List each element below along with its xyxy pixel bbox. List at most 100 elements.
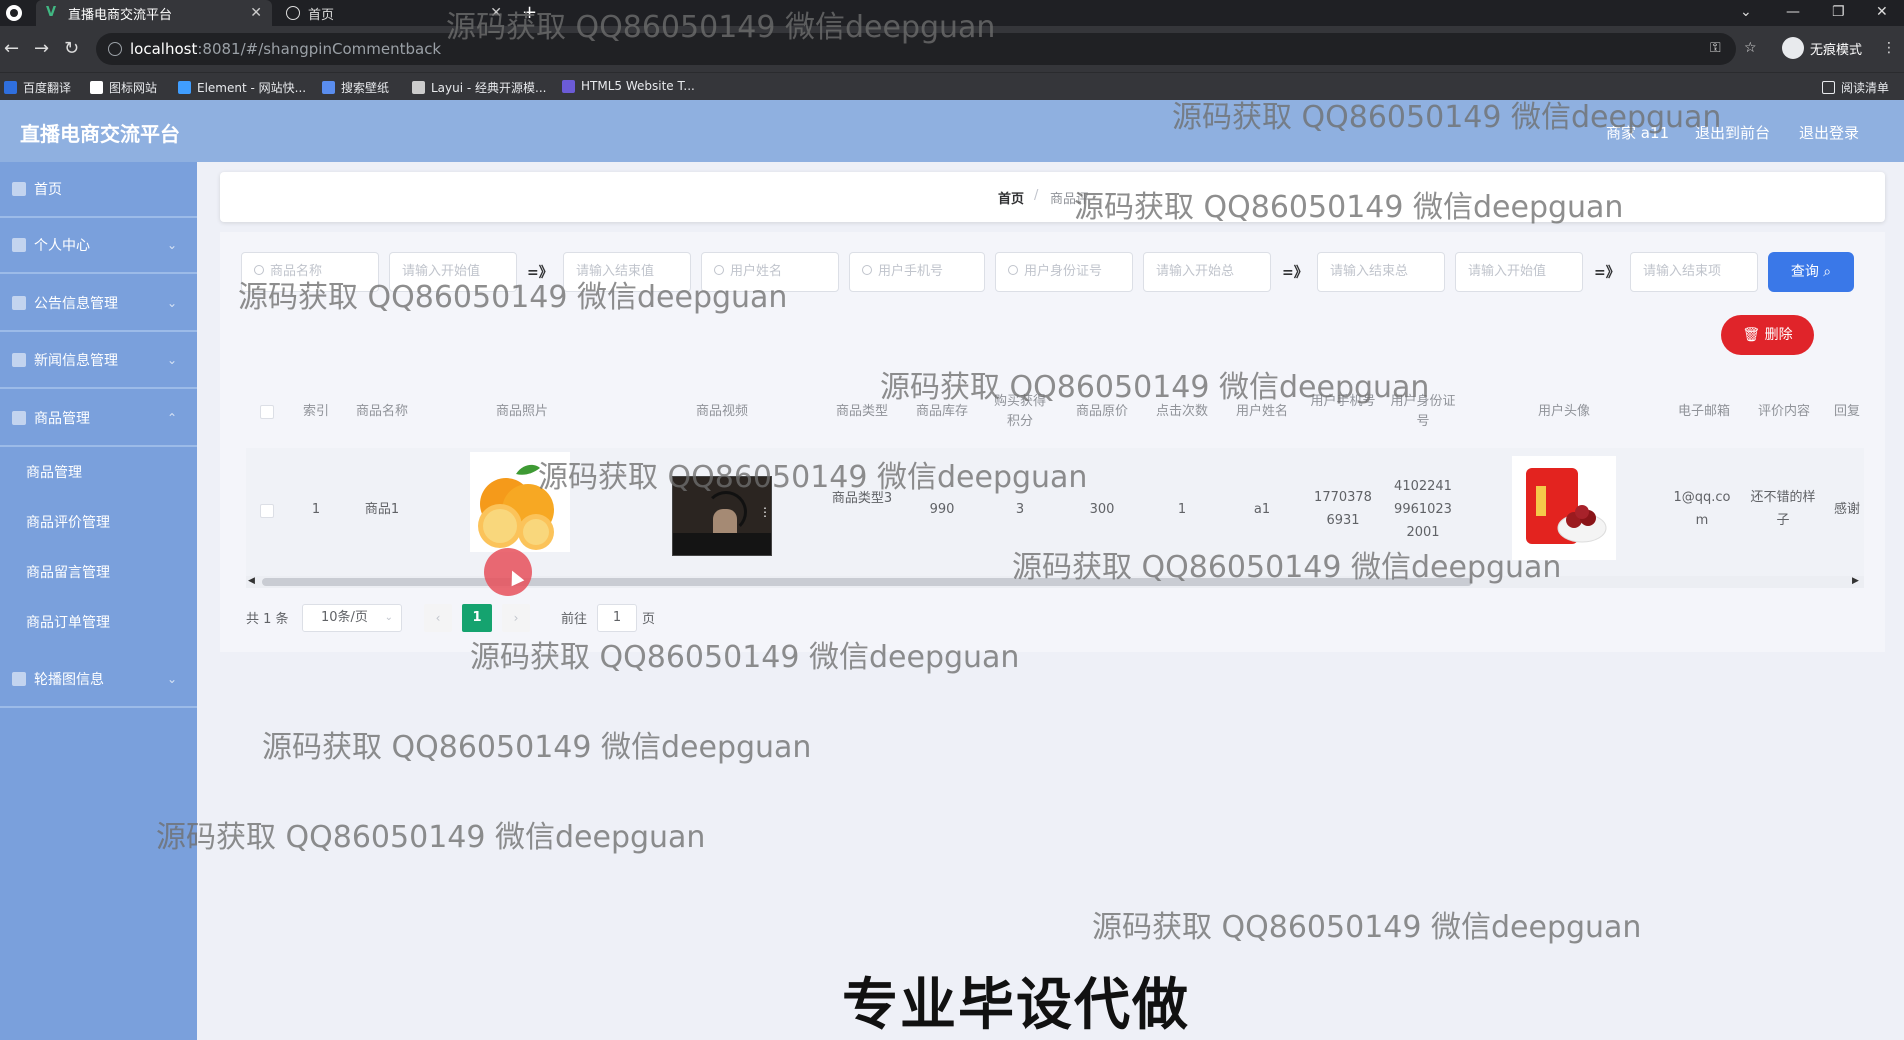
restore-icon[interactable]: ❐: [1832, 4, 1845, 20]
sidebar-subitem-goods[interactable]: 商品管理: [0, 447, 197, 497]
sidebar-item-profile[interactable]: 个人中心 ⌄: [0, 218, 197, 274]
sidebar-item-home[interactable]: 首页: [0, 162, 197, 218]
bookmark-item[interactable]: Layui - 经典开源模...: [412, 79, 546, 96]
breadcrumb-home[interactable]: 首页: [998, 188, 1024, 207]
watermark: 源码获取 QQ86050149 微信deepguan: [880, 370, 1430, 405]
col-header[interactable]: 商品视频: [688, 402, 756, 422]
col-header[interactable]: 评价内容: [1750, 402, 1818, 422]
col-header[interactable]: 回复: [1830, 402, 1864, 422]
reload-icon[interactable]: ↻: [64, 38, 79, 59]
range-end-input[interactable]: 请输入结束总: [1317, 252, 1445, 292]
user-phone-input[interactable]: 用户手机号: [849, 252, 985, 292]
globe-icon: [286, 6, 300, 20]
sidebar-item-goods[interactable]: 商品管理 ⌃: [0, 391, 197, 447]
tab-title: 直播电商交流平台: [68, 7, 173, 23]
user-icon: [12, 238, 26, 252]
user-id-card-input[interactable]: 用户身份证号: [995, 252, 1133, 292]
menu-dots-icon[interactable]: ⋮: [1882, 40, 1896, 56]
cell-clicks: 1: [1177, 502, 1187, 517]
bookmark-label: HTML5 Website T...: [581, 79, 695, 93]
watermark: 源码获取 QQ86050149 微信deepguan: [446, 10, 996, 45]
sidebar-subitem-label: 商品管理: [26, 465, 82, 481]
col-header[interactable]: 索引: [296, 402, 336, 422]
bookmark-item[interactable]: 搜索壁纸: [322, 79, 389, 96]
placeholder: 请输入开始总: [1156, 264, 1235, 279]
bookmark-label: 图标网站: [109, 81, 158, 95]
row-checkbox[interactable]: [260, 504, 274, 518]
flag-icon: [90, 81, 103, 94]
bookmark-label: 搜索壁纸: [341, 81, 390, 95]
cell-comment: 还不错的样子: [1750, 490, 1816, 528]
cell-user-name: a1: [1253, 502, 1271, 517]
sidebar-subitem-label: 商品留言管理: [26, 565, 110, 581]
key-icon[interactable]: ⚿: [1710, 40, 1721, 56]
back-icon[interactable]: ←: [4, 38, 19, 59]
star-icon[interactable]: ☆: [1744, 40, 1757, 56]
sidebar-item-notice[interactable]: 公告信息管理 ⌄: [0, 276, 197, 332]
search-icon: [1008, 265, 1018, 275]
range-start-input[interactable]: 请输入开始值: [1455, 252, 1583, 292]
reading-list-label: 阅读清单: [1841, 81, 1890, 95]
sidebar-item-news[interactable]: 新闻信息管理 ⌄: [0, 333, 197, 389]
range-end-input[interactable]: 请输入结束项: [1630, 252, 1758, 292]
select-all-checkbox[interactable]: [260, 405, 274, 419]
bookmark-label: Layui - 经典开源模...: [431, 81, 547, 95]
sidebar-item-label: 轮播图信息: [34, 672, 104, 688]
sidebar-subitem-order[interactable]: 商品订单管理: [0, 597, 197, 647]
page-size-select[interactable]: 10条/页 ⌄: [302, 604, 402, 632]
cell-reply: 感谢: [1833, 502, 1860, 517]
watermark: 源码获取 QQ86050149 微信deepguan: [1092, 910, 1642, 945]
query-button[interactable]: 查询 ⌕: [1768, 252, 1854, 292]
close-window-icon[interactable]: ✕: [1876, 4, 1888, 20]
bookmark-item[interactable]: HTML5 Website T...: [562, 79, 695, 93]
site-info-icon[interactable]: [108, 42, 122, 56]
scroll-right-icon[interactable]: ▶: [1852, 576, 1859, 586]
sidebar-subitem-message[interactable]: 商品留言管理: [0, 547, 197, 597]
sidebar-subitem-comment[interactable]: 商品评价管理: [0, 497, 197, 547]
logout-link[interactable]: 退出登录: [1799, 122, 1859, 143]
cell-stock: 990: [929, 502, 955, 517]
sidebar-item-label: 个人中心: [34, 238, 90, 254]
col-header[interactable]: 电子邮箱: [1670, 402, 1738, 422]
range-start-input[interactable]: 请输入开始总: [1143, 252, 1271, 292]
bookmark-item[interactable]: Element - 网站快...: [178, 79, 306, 96]
col-header[interactable]: 用户头像: [1530, 402, 1598, 422]
tab-active[interactable]: V 直播电商交流平台 ✕: [36, 0, 272, 26]
chevron-down-icon: ⌄: [166, 296, 177, 310]
placeholder: 请输入结束总: [1330, 264, 1409, 279]
notice-icon: [12, 296, 26, 310]
bookmark-item[interactable]: 图标网站: [90, 79, 157, 96]
image-icon: [12, 672, 26, 686]
video-more-icon[interactable]: ⋮: [759, 505, 771, 521]
incognito-label: 无痕模式: [1810, 42, 1863, 58]
sidebar-item-carousel[interactable]: 轮播图信息 ⌄: [0, 652, 197, 708]
prev-page-icon[interactable]: ‹: [424, 604, 452, 632]
layui-icon: [412, 81, 425, 94]
scroll-left-icon[interactable]: ◀: [248, 576, 255, 586]
page-number-active[interactable]: 1: [462, 604, 492, 632]
url-host: localhost: [130, 40, 198, 58]
bookmark-item[interactable]: 百度翻译: [4, 79, 71, 96]
next-page-icon[interactable]: ›: [502, 604, 530, 632]
incognito-icon: [1782, 37, 1804, 59]
loading-spinner-icon: [705, 491, 747, 533]
tab-search-icon[interactable]: ⌄: [1740, 4, 1752, 20]
close-tab-icon[interactable]: ✕: [250, 5, 262, 21]
breadcrumb-separator: /: [1034, 188, 1039, 203]
col-header[interactable]: 商品照片: [488, 402, 556, 422]
wallpaper-icon: [322, 81, 335, 94]
bookmark-label: 百度翻译: [23, 81, 72, 95]
range-arrow: =》: [1594, 265, 1620, 281]
placeholder: 请输入结束项: [1643, 264, 1722, 279]
minimize-icon[interactable]: —: [1786, 4, 1800, 20]
cell-index: 1: [311, 502, 321, 517]
delete-button[interactable]: 🗑 删除: [1721, 315, 1814, 355]
breadcrumb: 首页 / 商品评: [220, 172, 1885, 222]
goto-page-input[interactable]: 1: [597, 604, 637, 632]
incognito-indicator[interactable]: 无痕模式: [1782, 34, 1862, 62]
forward-icon[interactable]: →: [34, 38, 49, 59]
range-arrow: =》: [1282, 265, 1308, 281]
col-header[interactable]: 商品名称: [348, 402, 416, 422]
reading-list[interactable]: 阅读清单: [1822, 79, 1889, 96]
bookmark-label: Element - 网站快...: [197, 81, 307, 95]
